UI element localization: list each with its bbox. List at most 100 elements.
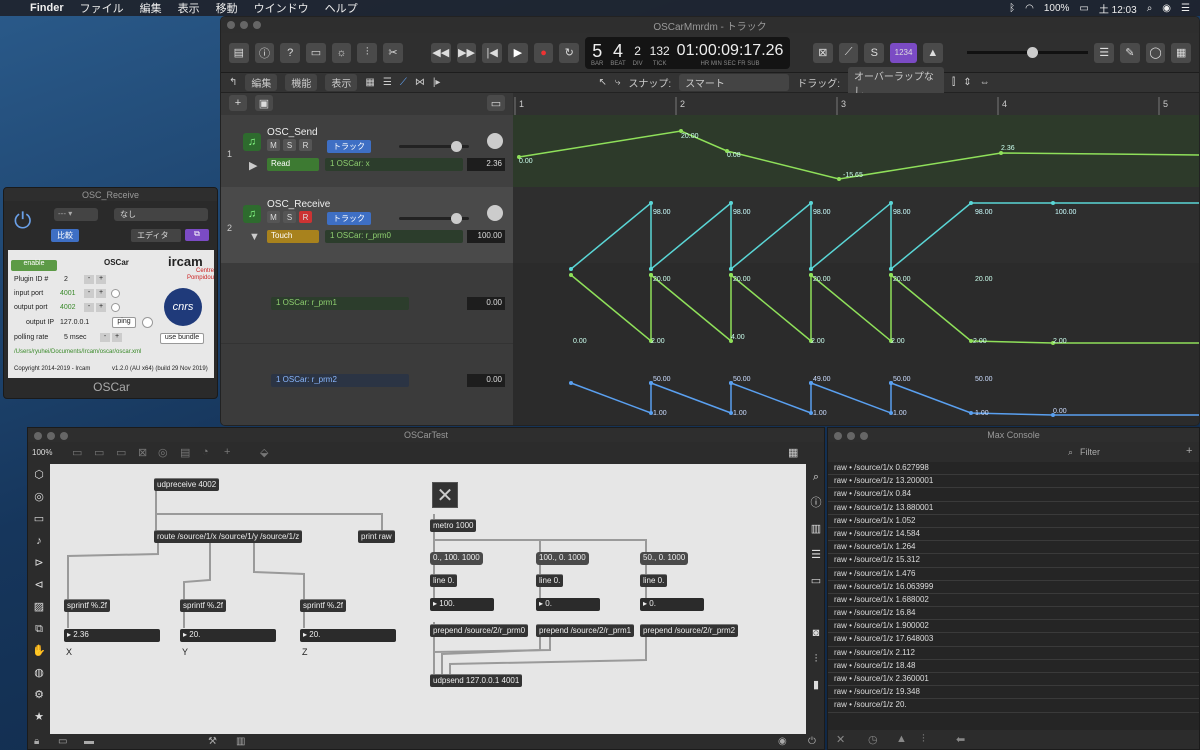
output-port-value[interactable]: 4002 — [60, 304, 76, 311]
button-icon[interactable]: ◎ — [158, 446, 168, 459]
enable-button[interactable]: enable — [11, 260, 57, 271]
list-icon[interactable]: ☰ — [383, 77, 392, 88]
power-icon[interactable]: ⏻ — [14, 208, 31, 234]
add-icon[interactable]: + — [224, 446, 230, 458]
browser-icon[interactable]: ▦ — [1171, 42, 1192, 63]
disclosure-icon[interactable]: ▶ — [249, 159, 257, 172]
message-box[interactable]: 0., 100. 1000 — [430, 552, 483, 565]
console-line[interactable]: raw • /source/1/x 2.112 — [828, 647, 1199, 660]
ping-button[interactable]: ping — [112, 317, 136, 328]
sprintf-x-object[interactable]: sprintf %.2f — [64, 599, 111, 612]
menu-view[interactable]: 表示 — [170, 0, 208, 16]
disclosure-icon[interactable]: ▼ — [249, 231, 260, 243]
y-number-box[interactable]: ▸ 20. — [180, 629, 276, 642]
input-icon[interactable]: ⊳ — [28, 552, 50, 574]
prepend-object[interactable]: prepend /source/2/r_prm2 — [640, 624, 739, 637]
play-button[interactable]: ▶ — [507, 42, 528, 63]
clock-icon[interactable]: ◷ — [868, 733, 878, 746]
increment-button[interactable]: + — [96, 303, 106, 312]
record-enable-button[interactable]: R — [299, 211, 312, 223]
add-icon[interactable]: + — [1186, 445, 1192, 457]
back-arrow-icon[interactable]: ⬅ — [956, 733, 965, 746]
filter-field[interactable]: Filter — [1080, 447, 1100, 457]
pan-knob[interactable] — [487, 205, 503, 221]
console-line[interactable]: raw • /source/1/z 13.200001 — [828, 475, 1199, 489]
battery-label[interactable]: 100% — [1044, 3, 1070, 14]
zoom-icon[interactable]: ⇔ — [980, 77, 990, 88]
search-icon[interactable]: ⌕ — [1147, 3, 1153, 14]
loops-icon[interactable]: ◯ — [1145, 42, 1166, 63]
automation-lane[interactable]: 1 OSCar: r_prm2 0.00 — [221, 343, 513, 425]
waveform-zoom-icon[interactable]: ⫿ — [952, 77, 955, 88]
number-box[interactable]: ▸ 100. — [430, 598, 494, 611]
automation-graph[interactable]: 1 2 3 4 5 0.00 20.00 0.08 -15.65 2.36 98.00 98.00 9… — [513, 93, 1200, 426]
library-icon[interactable]: ▤ — [229, 42, 249, 63]
automation-node[interactable] — [729, 267, 733, 271]
automation-node[interactable] — [649, 267, 653, 271]
menu-go[interactable]: 移動 — [208, 0, 246, 16]
automation-node[interactable] — [649, 201, 653, 205]
mixer-icon[interactable]: ⫶ — [357, 42, 378, 63]
ruler-tick[interactable]: 3 — [841, 99, 846, 109]
lcd-display[interactable]: 5 BAR 4 BEAT 2 DIV 132 TICK 01:00:09:17.26 HR… — [585, 36, 791, 69]
arrange-area[interactable]: 1 2 3 4 5 0.00 20.00 0.08 -15.65 2.36 98.00 98.00 9… — [513, 93, 1200, 426]
automation-node[interactable] — [569, 381, 573, 385]
back-icon[interactable]: ↰ — [229, 77, 237, 88]
automation-node[interactable] — [969, 201, 973, 205]
mute-button[interactable]: M — [267, 211, 280, 223]
preset-nav-select[interactable]: --- ▾ — [54, 208, 98, 221]
pan-knob[interactable] — [487, 133, 503, 149]
route-object[interactable]: route /source/1/x /source/1/y /source/1/… — [154, 530, 303, 543]
udpreceive-object[interactable]: udpreceive 4002 — [154, 478, 220, 491]
solo-icon[interactable]: S — [864, 42, 885, 63]
circle-icon[interactable]: ◎ — [28, 486, 50, 508]
info-icon[interactable]: ⓘ — [806, 490, 824, 516]
automation-node[interactable] — [889, 201, 893, 205]
link-icon[interactable]: ⧉ — [28, 618, 50, 640]
grid-icon[interactable]: ▦ — [365, 77, 374, 88]
tuner-icon[interactable]: ⟋ — [838, 42, 859, 63]
z-number-box[interactable]: ▸ 20. — [300, 629, 396, 642]
clock[interactable]: 土 12:03 — [1099, 1, 1137, 16]
menu-edit[interactable]: 編集 — [132, 0, 170, 16]
automation-param[interactable]: 1 OSCar: x — [325, 158, 463, 171]
prepend-object[interactable]: prepend /source/2/r_prm1 — [536, 624, 635, 637]
console-log[interactable]: raw • /source/1/x 0.627998 raw • /source/… — [828, 462, 1199, 730]
input-port-value[interactable]: 4001 — [60, 290, 76, 297]
warning-icon[interactable]: ▲ — [896, 733, 907, 745]
track-name[interactable]: OSC_Send — [267, 127, 318, 138]
inspector-icon[interactable]: ⓘ — [254, 42, 275, 63]
wrench-icon[interactable]: ⚒ — [208, 736, 217, 747]
console-line[interactable]: raw • /source/1/z 13.880001 — [828, 502, 1199, 515]
menu-help[interactable]: ヘルプ — [317, 0, 366, 16]
sprintf-y-object[interactable]: sprintf %.2f — [180, 599, 227, 612]
automation-node[interactable] — [809, 201, 813, 205]
console-line[interactable]: raw • /source/1/z 17.648003 — [828, 633, 1199, 647]
decrement-button[interactable]: - — [84, 303, 94, 312]
polling-value[interactable]: 5 msec — [64, 334, 87, 341]
automation-node[interactable] — [729, 201, 733, 205]
automation-node[interactable] — [809, 267, 813, 271]
line-object[interactable]: line 0. — [536, 574, 564, 587]
decrement-button[interactable]: - — [100, 333, 110, 342]
config-path[interactable]: /Users/ryuhei/Documents/Ircam/oscar/osca… — [14, 349, 141, 355]
automation-node[interactable] — [1051, 201, 1055, 205]
udpsend-object[interactable]: udpsend 127.0.0.1 4001 — [430, 674, 523, 687]
view-menu[interactable]: 表示 — [325, 74, 358, 91]
toggle-icon[interactable]: ⊠ — [138, 446, 147, 459]
forward-button[interactable]: ▶▶ — [456, 42, 477, 63]
editor-select[interactable]: エディタ — [131, 229, 181, 242]
track-row[interactable]: 2 ♫ OSC_Receive M S R トラック ▼ Touch 1 OSC… — [221, 187, 513, 263]
toggle-box[interactable]: ✕ — [432, 482, 458, 508]
volume-icon[interactable]: ▮ — [806, 672, 824, 698]
number-box[interactable]: ▸ 0. — [640, 598, 704, 611]
wifi-icon[interactable]: ◠ — [1025, 3, 1034, 14]
power-icon[interactable]: ⏻ — [808, 736, 816, 747]
flex-icon[interactable]: ⋈ — [415, 77, 425, 88]
functions-menu[interactable]: 機能 — [285, 74, 318, 91]
line-object[interactable]: line 0. — [430, 574, 458, 587]
record-enable-button[interactable]: R — [299, 139, 312, 151]
solo-button[interactable]: S — [283, 139, 296, 151]
list-icon[interactable]: ☰ — [806, 542, 824, 568]
lane-param[interactable]: 1 OSCar: r_prm1 — [271, 297, 409, 310]
